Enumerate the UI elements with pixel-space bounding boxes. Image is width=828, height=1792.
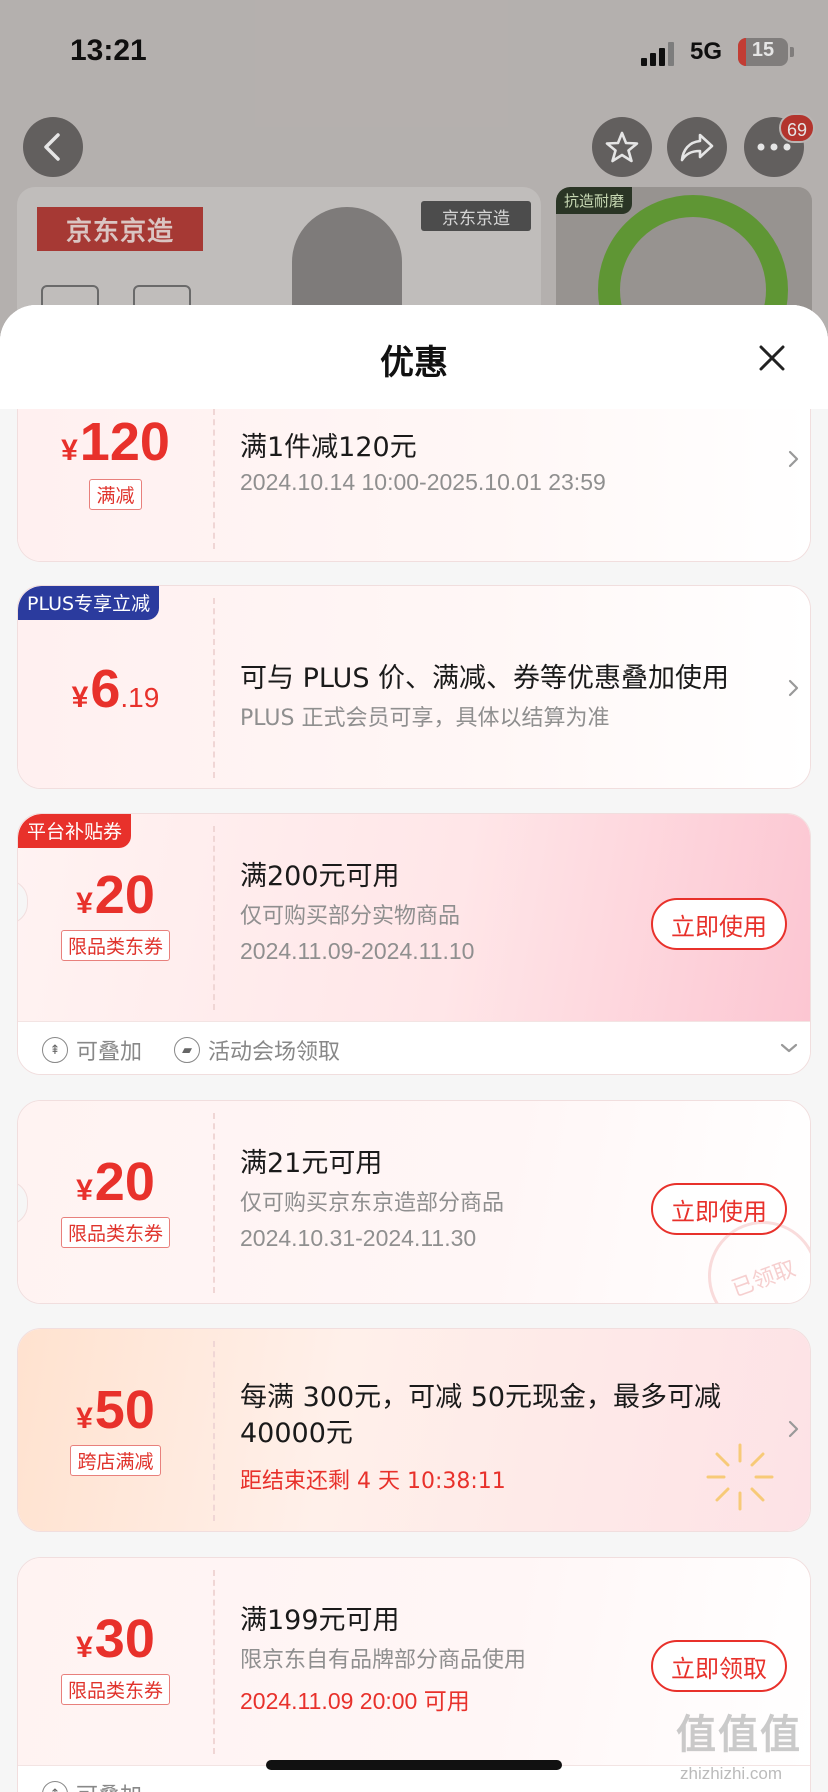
use-now-button[interactable]: 立即使用 (651, 898, 787, 950)
coupon-title: 满200元可用 (240, 861, 400, 892)
coupon-title: 满199元可用 (240, 1605, 400, 1636)
plus-corner-tag: PLUS专享立减 (18, 586, 160, 620)
sheet-header-cover: 优惠 (0, 305, 828, 409)
coupon-type-tag: 满减 (18, 479, 213, 510)
coupon-title: 每满 300元，可减 50元现金，最多可减 (240, 1382, 722, 1413)
coupon-type-tag: 限品类东券 (18, 1217, 213, 1248)
watermark-url: zhizhizhi.com (680, 1764, 783, 1783)
coupon-amount: ¥50 (76, 1380, 155, 1440)
coupon-title-cont: 40000元 (240, 1418, 353, 1449)
close-button[interactable] (752, 338, 792, 378)
coupon-desc: 限京东自有品牌部分商品使用 (240, 1648, 527, 1673)
offers-sheet: 优惠 ¥120 满减 满1件减120元 2024.10.14 10:00-202… (0, 305, 828, 1792)
coupon-title: 满1件减120元 (240, 432, 417, 463)
ticket-icon: ▰ (174, 1037, 200, 1063)
coupon-card-plus[interactable]: PLUS专享立减 ¥6.19 可与 PLUS 价、满减、券等优惠叠加使用 PLU… (17, 585, 811, 789)
coupon-desc: 仅可购买部分实物商品 (240, 904, 461, 929)
stackable-label: ⇞可叠加 (42, 1778, 142, 1792)
home-indicator[interactable] (266, 1760, 562, 1770)
chevron-right-icon (788, 679, 799, 697)
claim-now-button[interactable]: 立即领取 (651, 1640, 787, 1692)
sheet-title: 优惠 (380, 343, 448, 383)
coupon-amount: ¥20 (76, 1152, 155, 1212)
coupon-type-tag: 跨店满减 (18, 1445, 213, 1476)
stackable-label: ⇞可叠加 (42, 1034, 142, 1066)
coupon-card-platform[interactable]: 平台补贴券 ¥20 限品类东券 满200元可用 仅可购买部分实物商品 2024.… (17, 813, 811, 1075)
coupon-amount: ¥6.19 (71, 659, 160, 719)
coupon-type-tag: 限品类东券 (18, 1674, 213, 1705)
coupon-title: 满21元可用 (240, 1148, 383, 1179)
stack-icon: ⇞ (42, 1781, 68, 1792)
countdown-text: 距结束还剩 4 天 10:38:11 (240, 1469, 506, 1494)
coupon-card[interactable]: ¥20 限品类东券 满21元可用 仅可购买京东京造部分商品 2024.10.31… (17, 1100, 811, 1304)
chevron-right-icon (788, 1420, 799, 1438)
close-icon (759, 345, 785, 371)
coupon-validity: 2024.10.14 10:00-2025.10.01 23:59 (240, 469, 606, 495)
coupon-title: 可与 PLUS 价、满减、券等优惠叠加使用 (240, 663, 730, 694)
source-label: ▰ 活动会场领取 (174, 1034, 340, 1066)
coupon-card-crossstore[interactable]: ¥50 跨店满减 每满 300元，可减 50元现金，最多可减 40000元 距结… (17, 1328, 811, 1532)
coupon-amount: ¥20 (76, 865, 155, 925)
coupon-validity: 2024.10.31-2024.11.30 (240, 1225, 477, 1251)
coupon-type-tag: 限品类东券 (18, 930, 213, 961)
chevron-right-icon (788, 450, 799, 468)
sparkle-decoration (706, 1443, 774, 1511)
chevron-down-icon[interactable] (778, 1040, 800, 1056)
coupon-amount: ¥120 (61, 412, 170, 472)
coupon-amount: ¥30 (76, 1609, 155, 1669)
coupon-desc: PLUS 正式会员可享，具体以结算为准 (240, 706, 610, 731)
coupon-availability: 2024.11.09 20:00 可用 (240, 1688, 470, 1714)
coupon-footer: ⇞ 可叠加 ▰ 活动会场领取 (18, 1021, 810, 1074)
coupon-desc: 仅可购买京东京造部分商品 (240, 1191, 505, 1216)
coupon-validity: 2024.11.09-2024.11.10 (240, 938, 475, 964)
stack-icon: ⇞ (42, 1037, 68, 1063)
platform-corner-tag: 平台补贴券 (18, 814, 132, 848)
watermark-logo: 值值值 (676, 1712, 802, 1758)
